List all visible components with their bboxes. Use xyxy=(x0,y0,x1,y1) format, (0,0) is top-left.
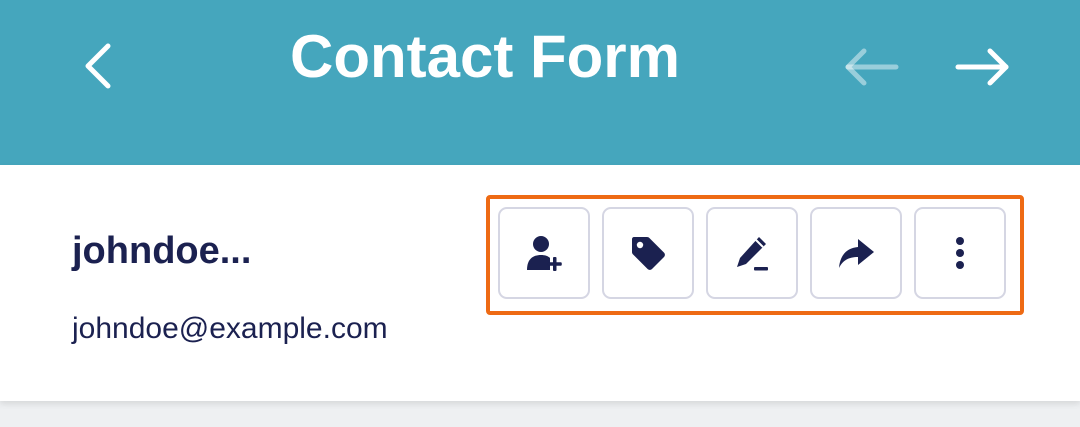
share-arrow-icon xyxy=(836,233,876,273)
tag-icon xyxy=(628,233,668,273)
pencil-icon xyxy=(732,233,772,273)
contact-card: johndoe... johndoe@example.com xyxy=(0,165,1080,401)
page-title: Contact Form xyxy=(290,23,680,90)
action-toolbar xyxy=(486,195,1024,315)
app-header: Contact Form xyxy=(0,0,1080,165)
arrow-left-icon xyxy=(844,47,900,92)
more-vertical-icon xyxy=(940,233,980,273)
user-plus-icon xyxy=(524,233,564,273)
contact-name: johndoe... xyxy=(72,230,252,272)
more-options-button[interactable] xyxy=(914,207,1006,299)
next-button[interactable] xyxy=(948,42,1016,96)
add-contact-button[interactable] xyxy=(498,207,590,299)
arrow-right-icon xyxy=(954,47,1010,92)
edit-button[interactable] xyxy=(706,207,798,299)
previous-button[interactable] xyxy=(838,42,906,96)
share-button[interactable] xyxy=(810,207,902,299)
contact-email: johndoe@example.com xyxy=(72,312,388,345)
tag-button[interactable] xyxy=(602,207,694,299)
